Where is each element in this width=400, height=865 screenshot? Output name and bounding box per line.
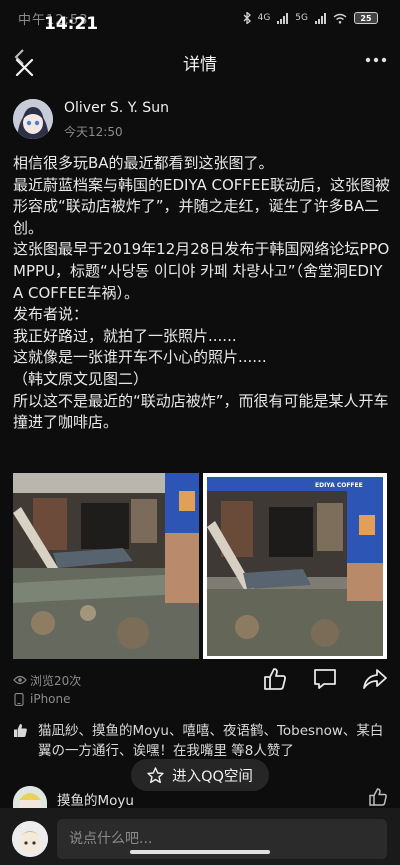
user-avatar[interactable] xyxy=(12,821,48,857)
post-paragraph: 我正好路过，就拍了一张照片...... xyxy=(13,326,237,345)
enter-qzone-button[interactable]: 进入QQ空间 xyxy=(131,759,269,791)
eye-icon xyxy=(13,675,27,685)
author-name[interactable]: Oliver S. Y. Sun xyxy=(64,100,169,116)
author-avatar[interactable] xyxy=(13,99,53,139)
enter-qzone-label: 进入QQ空间 xyxy=(172,768,253,785)
share-button[interactable] xyxy=(362,666,388,692)
shop-sign-text: EDIYA COFFEE xyxy=(315,482,363,489)
like-button[interactable] xyxy=(262,666,288,692)
likes-summary[interactable]: 猫凪紗、摸鱼的Moyu、嘻嘻、夜语鹤、Tobesnow、某白翼の一方通行、诶嘿！… xyxy=(38,721,388,761)
post-image-2[interactable]: EDIYA COFFEE xyxy=(203,473,387,659)
post-body: 相信很多玩BA的最近都看到这张图了。 最近蔚蓝档案与韩国的EDIYA COFFE… xyxy=(13,153,391,434)
post-paragraph: （韩文原文见图二） xyxy=(13,369,149,388)
post-timestamp: 今天12:50 xyxy=(64,125,123,139)
status-icons: 4G 5G 25 xyxy=(243,12,378,24)
signal-icon-2 xyxy=(315,12,326,24)
wifi-icon xyxy=(333,13,347,24)
more-icon[interactable] xyxy=(364,52,388,68)
commenter-name[interactable]: 摸鱼的Moyu xyxy=(57,789,134,809)
comment-bar xyxy=(0,808,400,865)
top-nav-bar: 详情 xyxy=(0,38,400,84)
network-label-1: 4G xyxy=(257,13,271,23)
network-label-2: 5G xyxy=(295,13,308,23)
signal-icon xyxy=(277,12,289,24)
status-bar: 中午12:53 14:21 4G 5G 25 xyxy=(0,0,400,38)
post-paragraph: 所以这不是最近的“联动店被炸”，而很有可能是某人开车撞进了咖啡店。 xyxy=(13,391,389,432)
home-indicator[interactable] xyxy=(130,850,270,854)
post-paragraph: 这就像是一张谁开车不小心的照片...... xyxy=(13,348,267,367)
thumbs-up-icon xyxy=(14,724,27,737)
post-paragraph: 这张图最早于2019年12月28日发布于韩国网络论坛PPOMPPU，标题“사당동… xyxy=(13,240,390,302)
star-icon xyxy=(147,766,164,783)
comment-like-icon[interactable] xyxy=(368,787,388,807)
post-image-1[interactable] xyxy=(13,473,199,659)
status-time: 14:21 xyxy=(44,14,99,34)
post-paragraph: 最近蔚蓝档案与韩国的EDIYA COFFEE联动后，这张图被形容成“联动店被炸了… xyxy=(13,175,390,237)
bluetooth-icon xyxy=(243,12,251,24)
phone-icon xyxy=(14,693,24,706)
battery-icon: 25 xyxy=(354,12,378,24)
commenter-avatar[interactable] xyxy=(13,786,47,808)
comment-button[interactable] xyxy=(312,666,338,692)
post-paragraph: 发布者说： xyxy=(13,305,89,324)
page-title: 详情 xyxy=(183,55,217,75)
device-label: iPhone xyxy=(30,692,71,706)
post-paragraph: 相信很多玩BA的最近都看到这张图了。 xyxy=(13,154,274,172)
view-count: 浏览20次 xyxy=(30,674,82,688)
